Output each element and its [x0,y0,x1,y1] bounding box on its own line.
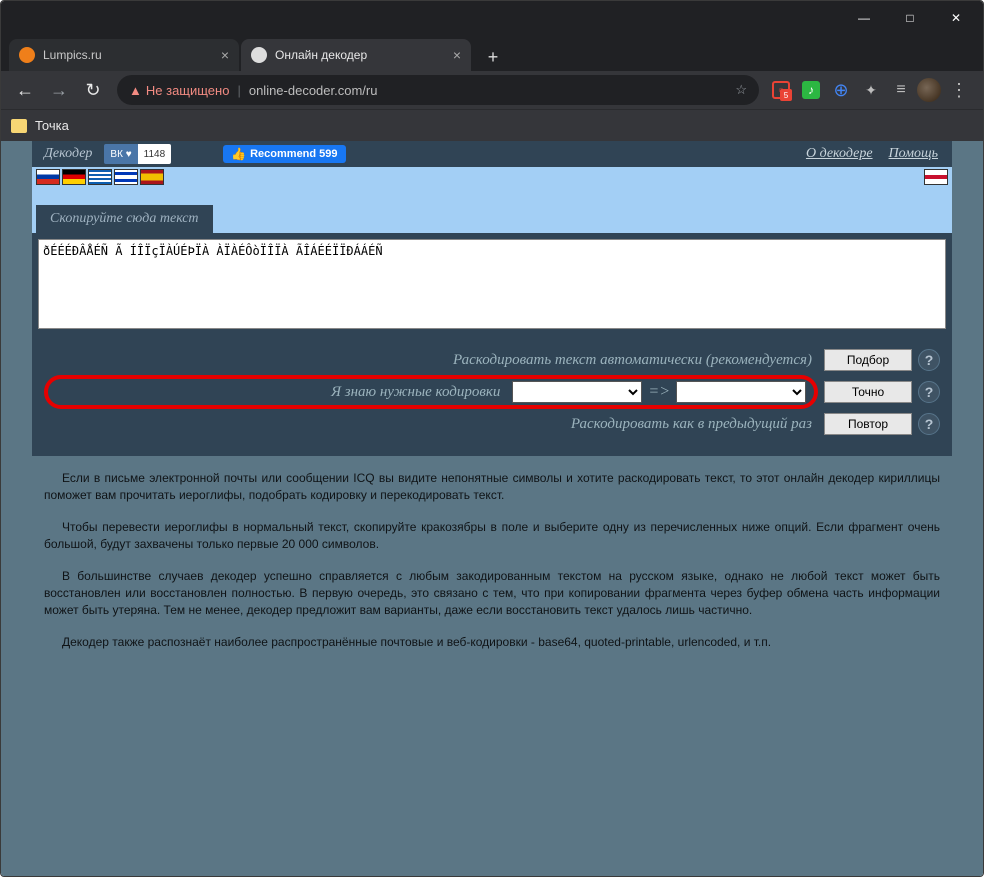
badge-count: 5 [780,89,792,101]
arrow-icon: => [648,383,670,401]
tab-title: Lumpics.ru [43,48,102,62]
thumb-up-icon: 👍 [231,147,246,161]
extension-adblock-icon[interactable]: ○ 5 [767,76,795,104]
fb-label: Recommend 599 [250,148,337,160]
close-tab-icon[interactable]: × [221,47,229,63]
target-encoding-select[interactable] [676,381,806,403]
encoding-selects: => [512,381,806,403]
favicon-icon [19,47,35,63]
tab-bar: Lumpics.ru × Онлайн декодер × + [1,35,983,71]
option-know-label: Я знаю нужные кодировки [331,384,506,401]
section-tabs: Скопируйте сюда текст [32,201,952,233]
bookmarks-bar: Точка [1,109,983,141]
help-icon[interactable]: ? [918,381,940,403]
warning-text: Не защищено [146,83,230,98]
tab-lumpics[interactable]: Lumpics.ru × [9,39,239,71]
browser-window: — □ ✕ Lumpics.ru × Онлайн декодер × + ← … [0,0,984,877]
close-window-button[interactable]: ✕ [933,2,979,34]
back-button[interactable]: ← [9,74,41,106]
option-know-row: Я знаю нужные кодировки => Точно ? [44,376,940,408]
input-textarea[interactable] [38,239,946,329]
maximize-button[interactable]: □ [887,2,933,34]
extensions-menu-icon[interactable]: ✦ [857,76,885,104]
close-tab-icon[interactable]: × [453,47,461,63]
page-viewport: Декодер ВК ♥ 1148 👍 Recommend 599 О деко… [1,141,983,876]
nav-bar: ← → ↻ ▲ Не защищено | online-decoder.com… [1,71,983,109]
url-text: online-decoder.com/ru [249,83,378,98]
flag-es-icon[interactable] [140,169,164,185]
tab-title: Онлайн декодер [275,48,367,62]
vk-like-widget[interactable]: ВК ♥ 1148 [104,144,171,164]
link-about[interactable]: О декодере [806,146,873,162]
repeat-decode-button[interactable]: Повтор [824,413,912,435]
language-flag-bar [32,167,952,201]
option-auto-label: Раскодировать текст автоматически (реком… [44,352,818,369]
paragraph: Если в письме электронной почты или сооб… [44,470,940,505]
profile-avatar[interactable] [917,78,941,102]
article-body: Если в письме электронной почты или сооб… [32,456,952,679]
reading-list-icon[interactable]: ≡ [887,76,915,104]
help-icon[interactable]: ? [918,413,940,435]
flag-gb-icon[interactable] [924,169,948,185]
paragraph: Декодер также распознаёт наиболее распро… [44,634,940,651]
fb-recommend-widget[interactable]: 👍 Recommend 599 [223,145,345,163]
insecure-warning: ▲ Не защищено [129,83,229,98]
address-bar[interactable]: ▲ Не защищено | online-decoder.com/ru ☆ [117,75,759,105]
bookmark-item[interactable]: Точка [35,118,69,133]
decoder-panel: Раскодировать текст автоматически (реком… [32,233,952,456]
option-prev-label: Раскодировать как в предыдущий раз [44,416,818,433]
option-auto-row: Раскодировать текст автоматически (реком… [44,344,940,376]
highlighted-encoding-row: Я знаю нужные кодировки => [44,375,818,409]
flag-il-icon[interactable] [114,169,138,185]
forward-button[interactable]: → [43,74,75,106]
option-prev-row: Раскодировать как в предыдущий раз Повто… [44,408,940,440]
site-brand[interactable]: Декодер [38,146,98,162]
vk-count: 1148 [138,144,172,164]
tab-paste-text[interactable]: Скопируйте сюда текст [36,205,213,233]
paragraph: Чтобы перевести иероглифы в нормальный т… [44,519,940,554]
site-topbar: Декодер ВК ♥ 1148 👍 Recommend 599 О деко… [32,141,952,167]
flag-gr-icon[interactable] [88,169,112,185]
separator: | [237,83,240,98]
extension-globe-icon[interactable]: ⊕ [827,76,855,104]
source-encoding-select[interactable] [512,381,642,403]
window-titlebar: — □ ✕ [1,1,983,35]
flag-ru-icon[interactable] [36,169,60,185]
tab-decoder[interactable]: Онлайн декодер × [241,39,471,71]
reload-button[interactable]: ↻ [77,74,109,106]
minimize-button[interactable]: — [841,2,887,34]
flag-de-icon[interactable] [62,169,86,185]
exact-decode-button[interactable]: Точно [824,381,912,403]
link-help[interactable]: Помощь [889,146,938,162]
page-content: Декодер ВК ♥ 1148 👍 Recommend 599 О деко… [32,141,952,679]
paragraph: В большинстве случаев декодер успешно сп… [44,568,940,620]
extension-music-icon[interactable]: ♪ [797,76,825,104]
help-icon[interactable]: ? [918,349,940,371]
auto-decode-button[interactable]: Подбор [824,349,912,371]
bookmark-star-icon[interactable]: ☆ [735,82,747,98]
favicon-icon [251,47,267,63]
folder-icon [11,119,27,133]
browser-menu-button[interactable]: ⋮ [943,74,975,106]
options-block: Раскодировать текст автоматически (реком… [38,334,946,450]
new-tab-button[interactable]: + [479,43,507,71]
warning-icon: ▲ [129,83,142,98]
